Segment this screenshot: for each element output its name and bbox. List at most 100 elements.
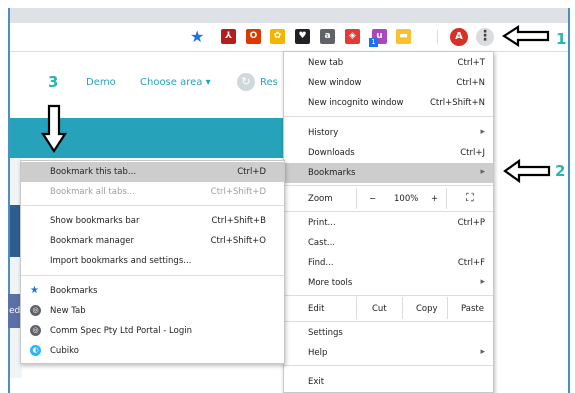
- a-extension-icon[interactable]: a: [320, 29, 335, 44]
- menu-item-help[interactable]: Help ▸: [284, 343, 493, 363]
- menu-item-label: Downloads: [308, 148, 355, 158]
- badge-extension-icon[interactable]: ◈: [345, 29, 360, 44]
- edit-divider: [447, 297, 448, 319]
- menu-item-shortcut: Ctrl+Shift+N: [429, 98, 485, 108]
- cubiko-logo-icon: ◐: [30, 345, 41, 356]
- callout-arrow-3-icon: [40, 104, 68, 154]
- reset-icon[interactable]: ↻: [237, 73, 255, 91]
- star-icon: ★: [30, 285, 39, 296]
- menu-item-settings[interactable]: Settings: [284, 323, 493, 343]
- menu-item-label: Import bookmarks and settings...: [50, 256, 192, 266]
- submenu-item-bookmark-all-tabs[interactable]: Bookmark all tabs... Ctrl+Shift+D: [21, 182, 284, 202]
- menu-item-more-tools[interactable]: More tools ▸: [284, 273, 493, 293]
- menu-item-shortcut: Ctrl+Shift+B: [211, 216, 266, 226]
- menu-item-cast[interactable]: Cast...: [284, 233, 493, 253]
- menu-separator: [284, 321, 493, 322]
- zoom-divider: [446, 188, 447, 209]
- menu-item-label: Bookmarks: [308, 168, 356, 178]
- menu-item-label: New tab: [308, 58, 344, 68]
- menu-item-label: Zoom: [308, 194, 333, 204]
- chrome-menu-button[interactable]: ⋮: [476, 28, 494, 46]
- menu-item-edit: Edit Cut Copy Paste: [284, 297, 493, 319]
- menu-item-zoom: Zoom − 100% + ⛶: [284, 188, 493, 209]
- menu-item-label: Exit: [308, 377, 325, 387]
- submenu-item-show-bookmarks-bar[interactable]: Show bookmarks bar Ctrl+Shift+B: [21, 211, 284, 231]
- bookmarks-submenu: Bookmark this tab... Ctrl+D Bookmark all …: [20, 160, 285, 364]
- globe-icon: ◎: [30, 325, 41, 336]
- menu-item-label: Bookmark all tabs...: [50, 187, 135, 197]
- submenu-arrow-icon: ▸: [480, 347, 485, 357]
- colorful-extension-icon[interactable]: ✿: [270, 29, 285, 44]
- menu-item-label: Show bookmarks bar: [50, 216, 140, 226]
- menu-item-downloads[interactable]: Downloads Ctrl+J: [284, 143, 493, 163]
- menu-separator: [284, 211, 493, 212]
- menu-item-label: New Tab: [50, 306, 86, 316]
- menu-item-exit[interactable]: Exit: [284, 372, 493, 392]
- fullscreen-icon[interactable]: ⛶: [466, 191, 474, 205]
- menu-separator: [21, 275, 284, 276]
- menu-item-label: Find...: [308, 258, 334, 268]
- submenu-item-bookmark-manager[interactable]: Bookmark manager Ctrl+Shift+O: [21, 231, 284, 251]
- menu-item-label: History: [308, 128, 339, 138]
- yellow-extension-icon[interactable]: ▬: [396, 29, 411, 44]
- edit-paste-button[interactable]: Paste: [461, 304, 484, 314]
- callout-arrow-1-icon: [502, 25, 550, 47]
- nav-demo-link[interactable]: Demo: [86, 77, 116, 88]
- zoom-out-button[interactable]: −: [369, 194, 376, 204]
- menu-item-label: Cubiko: [50, 346, 79, 356]
- submenu-item-cubiko[interactable]: ◐ Cubiko: [21, 341, 284, 361]
- edit-copy-button[interactable]: Copy: [416, 304, 438, 314]
- menu-item-print[interactable]: Print... Ctrl+P: [284, 213, 493, 233]
- menu-separator: [284, 295, 493, 296]
- edit-divider: [356, 297, 357, 319]
- menu-item-label: Comm Spec Pty Ltd Portal - Login: [50, 326, 192, 336]
- menu-item-new-incognito-window[interactable]: New incognito window Ctrl+Shift+N: [284, 93, 493, 113]
- zoom-divider: [356, 188, 357, 209]
- submenu-item-bookmarks-folder[interactable]: ★ Bookmarks: [21, 281, 284, 301]
- menu-item-bookmarks[interactable]: Bookmarks ▸: [284, 163, 493, 183]
- step-number-3: 3: [48, 73, 59, 91]
- edit-divider: [402, 297, 403, 319]
- menu-item-label: Print...: [308, 218, 336, 228]
- menu-item-label: New window: [308, 78, 362, 88]
- profile-avatar[interactable]: A: [450, 28, 468, 46]
- callout-number-1: 1: [556, 30, 567, 48]
- menu-item-shortcut: Ctrl+Shift+O: [210, 236, 266, 246]
- nav-res-link[interactable]: Res: [260, 77, 278, 88]
- menu-item-shortcut: Ctrl+Shift+D: [210, 187, 266, 197]
- owl-extension-icon[interactable]: ♥: [295, 29, 310, 44]
- menu-separator: [284, 185, 493, 186]
- edit-cut-button[interactable]: Cut: [372, 304, 387, 314]
- menu-item-history[interactable]: History ▸: [284, 123, 493, 143]
- zoom-level: 100%: [394, 194, 419, 204]
- zoom-in-button[interactable]: +: [431, 194, 438, 204]
- menu-item-label: Help: [308, 348, 328, 358]
- tab-strip: [10, 8, 568, 23]
- bookmark-star-icon[interactable]: ★: [190, 27, 204, 46]
- menu-item-label: Cast...: [308, 238, 336, 248]
- office-extension-icon[interactable]: O: [246, 29, 261, 44]
- menu-item-label: Bookmark this tab...: [50, 167, 137, 177]
- menu-item-new-window[interactable]: New window Ctrl+N: [284, 73, 493, 93]
- menu-item-shortcut: Ctrl+J: [460, 148, 485, 158]
- chrome-main-menu: New tab Ctrl+T New window Ctrl+N New incog…: [283, 51, 494, 393]
- menu-item-find[interactable]: Find... Ctrl+F: [284, 253, 493, 273]
- submenu-item-comm-spec-portal[interactable]: ◎ Comm Spec Pty Ltd Portal - Login: [21, 321, 284, 341]
- menu-item-new-tab[interactable]: New tab Ctrl+T: [284, 53, 493, 73]
- submenu-item-bookmark-this-tab[interactable]: Bookmark this tab... Ctrl+D: [21, 162, 284, 182]
- menu-item-shortcut: Ctrl+P: [457, 218, 485, 228]
- menu-separator: [284, 116, 493, 117]
- menu-item-label: More tools: [308, 278, 353, 288]
- submenu-item-new-tab[interactable]: ◎ New Tab: [21, 301, 284, 321]
- menu-item-shortcut: Ctrl+F: [457, 258, 485, 268]
- nav-choose-area-link[interactable]: Choose area ▾: [140, 77, 211, 88]
- menu-item-label: Bookmarks: [50, 286, 98, 296]
- submenu-item-import-bookmarks[interactable]: Import bookmarks and settings...: [21, 251, 284, 271]
- callout-number-2: 2: [555, 162, 566, 180]
- submenu-arrow-icon: ▸: [480, 277, 485, 287]
- menu-separator: [21, 205, 284, 206]
- menu-item-label: Settings: [308, 328, 343, 338]
- pdf-extension-icon[interactable]: ⅄: [221, 29, 236, 44]
- menu-item-shortcut: Ctrl+N: [456, 78, 485, 88]
- extension-badge: 1: [369, 38, 378, 47]
